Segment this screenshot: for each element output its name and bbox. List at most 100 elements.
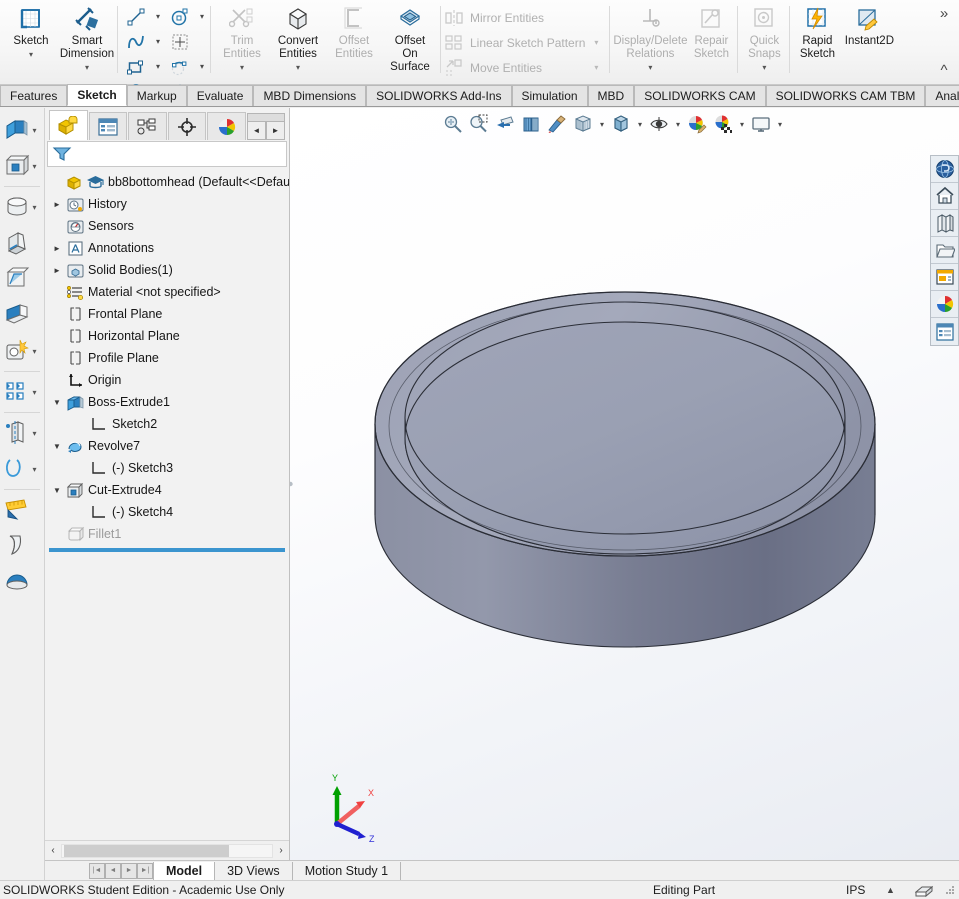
chevron-down-icon[interactable]: ▾: [585, 38, 607, 47]
tree-item-history[interactable]: ► History: [45, 193, 289, 215]
spline-tool[interactable]: [121, 29, 151, 54]
linear-pattern-button[interactable]: ▾: [0, 374, 45, 410]
custom-properties-button[interactable]: [931, 318, 958, 345]
folder-button[interactable]: [931, 237, 958, 264]
tree-item-fillet1[interactable]: Fillet1: [45, 523, 289, 545]
tree-item-sketch4[interactable]: (-) Sketch4: [45, 501, 289, 523]
collapse-arrow-icon[interactable]: ▼: [49, 486, 65, 495]
revolved-boss-base-button[interactable]: ▾: [0, 189, 45, 225]
tree-item-origin[interactable]: Origin: [45, 369, 289, 391]
rapid-sketch-button[interactable]: Rapid Sketch: [793, 2, 841, 61]
resize-grip-icon[interactable]: [944, 884, 956, 896]
expand-arrow-icon[interactable]: ►: [49, 266, 65, 275]
lofted-boss-base-button[interactable]: [0, 261, 45, 297]
chevron-down-icon[interactable]: ▾: [33, 347, 37, 356]
chevron-down-icon[interactable]: ▾: [33, 203, 37, 212]
home-button[interactable]: [931, 183, 958, 210]
move-entities-button[interactable]: Move Entities ▾: [444, 55, 607, 80]
smart-dimension-button[interactable]: Smart Dimension ▾: [59, 2, 115, 72]
dimxpert-manager-tab[interactable]: [167, 112, 207, 140]
convert-entities-button[interactable]: Convert Entities ▾: [270, 2, 326, 72]
configuration-manager-tab[interactable]: [128, 112, 167, 140]
chevron-down-icon[interactable]: ▾: [33, 388, 37, 397]
tree-item-profile-plane[interactable]: Profile Plane: [45, 347, 289, 369]
chevron-down-icon[interactable]: ▾: [33, 465, 37, 474]
chevron-down-icon[interactable]: ▾: [33, 126, 37, 135]
scroll-left-button[interactable]: ‹: [45, 843, 61, 859]
tree-item-sketch2[interactable]: Sketch2: [45, 413, 289, 435]
nav-prev-button[interactable]: ◄: [247, 121, 266, 140]
tree-item-sketch3[interactable]: (-) Sketch3: [45, 457, 289, 479]
view-selector-button[interactable]: [931, 156, 958, 183]
appearances-button[interactable]: [931, 291, 958, 318]
last-tab-button[interactable]: ►|: [137, 862, 153, 879]
overlay-icon[interactable]: [915, 883, 933, 898]
feature-manager-design-tree-tab[interactable]: [49, 110, 88, 140]
doc-tab-3d-views[interactable]: 3D Views: [215, 861, 293, 880]
tab-solidworks-cam-tbm[interactable]: SOLIDWORKS CAM TBM: [765, 85, 926, 106]
panel-pin-strip[interactable]: [247, 113, 285, 121]
rib-button[interactable]: ▾: [0, 415, 45, 451]
tab-features[interactable]: Features: [0, 85, 68, 106]
curves-button[interactable]: ▾: [0, 451, 45, 487]
doc-tab-model[interactable]: Model: [153, 861, 216, 880]
tree-item-frontal-plane[interactable]: Frontal Plane: [45, 303, 289, 325]
tab-sketch[interactable]: Sketch: [67, 84, 127, 106]
tree-item-sensors[interactable]: Sensors: [45, 215, 289, 237]
tab-evaluate[interactable]: Evaluate: [186, 85, 254, 106]
tab-analysis-preparation[interactable]: Analysis Prepar...: [925, 85, 959, 106]
tab-markup[interactable]: Markup: [126, 85, 187, 106]
expand-arrow-icon[interactable]: ►: [49, 200, 65, 209]
tree-item-revolve7[interactable]: ▼ Revolve7: [45, 435, 289, 457]
collapse-arrow-icon[interactable]: ▼: [49, 398, 65, 407]
next-tab-button[interactable]: ►: [121, 862, 137, 879]
swept-boss-base-button[interactable]: [0, 225, 45, 261]
feature-filter-bar[interactable]: [47, 141, 287, 167]
collapse-arrow-icon[interactable]: ▼: [49, 442, 65, 451]
quick-snaps-button[interactable]: Quick Snaps ▾: [741, 2, 787, 72]
chevron-up-icon[interactable]: ^: [940, 63, 947, 78]
tab-mbd[interactable]: MBD: [587, 85, 635, 106]
repair-sketch-button[interactable]: Repair Sketch: [687, 2, 735, 61]
extruded-cut-button[interactable]: ▾: [0, 148, 45, 184]
chevron-down-icon[interactable]: ▾: [648, 63, 652, 72]
nav-next-button[interactable]: ►: [266, 121, 285, 140]
feature-filter-input[interactable]: [72, 147, 286, 161]
linear-sketch-pattern-button[interactable]: Linear Sketch Pattern ▾: [444, 30, 607, 55]
graphics-viewport[interactable]: ▾ ▾ ▾ ▾ ▾ Y X Z: [290, 108, 959, 860]
sketch-pattern-tool[interactable]: [165, 29, 195, 54]
boundary-boss-base-button[interactable]: [0, 297, 45, 333]
first-tab-button[interactable]: |◄: [89, 862, 105, 879]
doc-tab-motion-study[interactable]: Motion Study 1: [293, 861, 402, 880]
rectangle-dropdown[interactable]: ▾: [152, 62, 164, 71]
tree-horizontal-scrollbar[interactable]: ‹ ›: [45, 840, 289, 860]
circle-dropdown[interactable]: ▾: [196, 12, 208, 21]
tree-item-cut-extrude4[interactable]: ▼ Cut-Extrude4: [45, 479, 289, 501]
library-button[interactable]: [931, 210, 958, 237]
scroll-thumb[interactable]: [64, 844, 229, 857]
chevron-down-icon[interactable]: ▾: [29, 50, 33, 59]
tab-solidworks-cam[interactable]: SOLIDWORKS CAM: [634, 85, 766, 106]
spline-dropdown[interactable]: ▾: [152, 37, 164, 46]
draft-button[interactable]: [0, 528, 45, 564]
tab-solidworks-add-ins[interactable]: SOLIDWORKS Add-Ins: [366, 85, 512, 106]
tree-item-annotations[interactable]: ► Annotations: [45, 237, 289, 259]
trim-entities-button[interactable]: Trim Entities ▾: [214, 2, 270, 72]
tab-simulation[interactable]: Simulation: [511, 85, 588, 106]
chevron-down-icon[interactable]: ▾: [33, 162, 37, 171]
tree-item-boss-extrude1[interactable]: ▼ Boss-Extrude1: [45, 391, 289, 413]
display-delete-relations-button[interactable]: Display/Delete Relations ▾: [613, 2, 687, 72]
property-manager-tab[interactable]: [88, 112, 128, 140]
tree-item-horizontal-plane[interactable]: Horizontal Plane: [45, 325, 289, 347]
dome-button[interactable]: [0, 564, 45, 600]
offset-on-surface-button[interactable]: Offset On Surface: [382, 2, 438, 74]
chevron-down-icon[interactable]: ▾: [85, 63, 89, 72]
sketch-button[interactable]: Sketch ▾: [3, 2, 59, 59]
window-button[interactable]: [931, 264, 958, 291]
arc-tool[interactable]: [165, 54, 195, 79]
scroll-track[interactable]: [61, 843, 273, 858]
tree-item-solid-bodies[interactable]: ► Solid Bodies(1): [45, 259, 289, 281]
chevron-down-icon[interactable]: ▾: [240, 63, 244, 72]
chevron-down-icon[interactable]: ▾: [33, 429, 37, 438]
scroll-right-button[interactable]: ›: [273, 843, 289, 859]
